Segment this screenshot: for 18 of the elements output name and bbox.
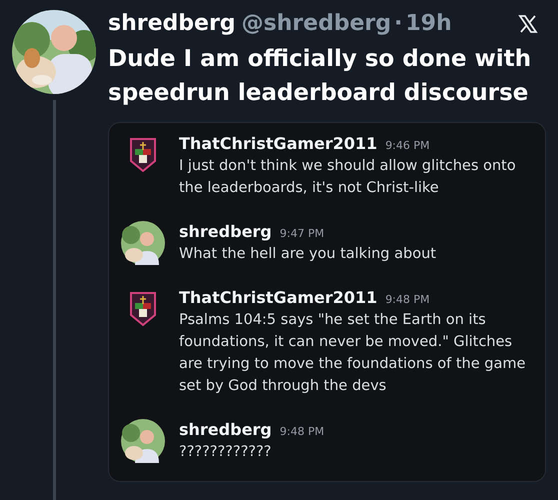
message-time: 9:46 PM [385, 138, 430, 154]
message-text: ???????????? [179, 443, 272, 462]
handle[interactable]: @shredberg [242, 10, 392, 38]
message-time: 9:48 PM [280, 424, 324, 440]
message-text: Psalms 104:5 says "he set the Earth on its foundations, it can never be moved." Glitches are trying to move the foundations of the game set by God through the devs [179, 311, 527, 396]
message-text: What the hell are you talking about [179, 245, 436, 264]
message-text: I just don't think we should allow glitches onto the leaderboards, it's not Christ-like [179, 157, 517, 198]
tweet-time[interactable]: 19h [405, 10, 452, 38]
author-name[interactable]: shredberg [179, 221, 272, 243]
author-name[interactable]: ThatChristGamer2011 [179, 133, 378, 155]
separator: · [394, 10, 402, 38]
message-time: 9:47 PM [280, 226, 324, 242]
message-time: 9:48 PM [385, 292, 430, 308]
author-name[interactable]: shredberg [179, 419, 272, 441]
display-name[interactable]: shredberg [108, 10, 236, 38]
x-logo-icon[interactable] [518, 14, 538, 34]
tweet-text: Dude I am officially so done with speedrun leaderboard discourse [108, 45, 532, 108]
author-name[interactable]: ThatChristGamer2011 [179, 287, 378, 309]
